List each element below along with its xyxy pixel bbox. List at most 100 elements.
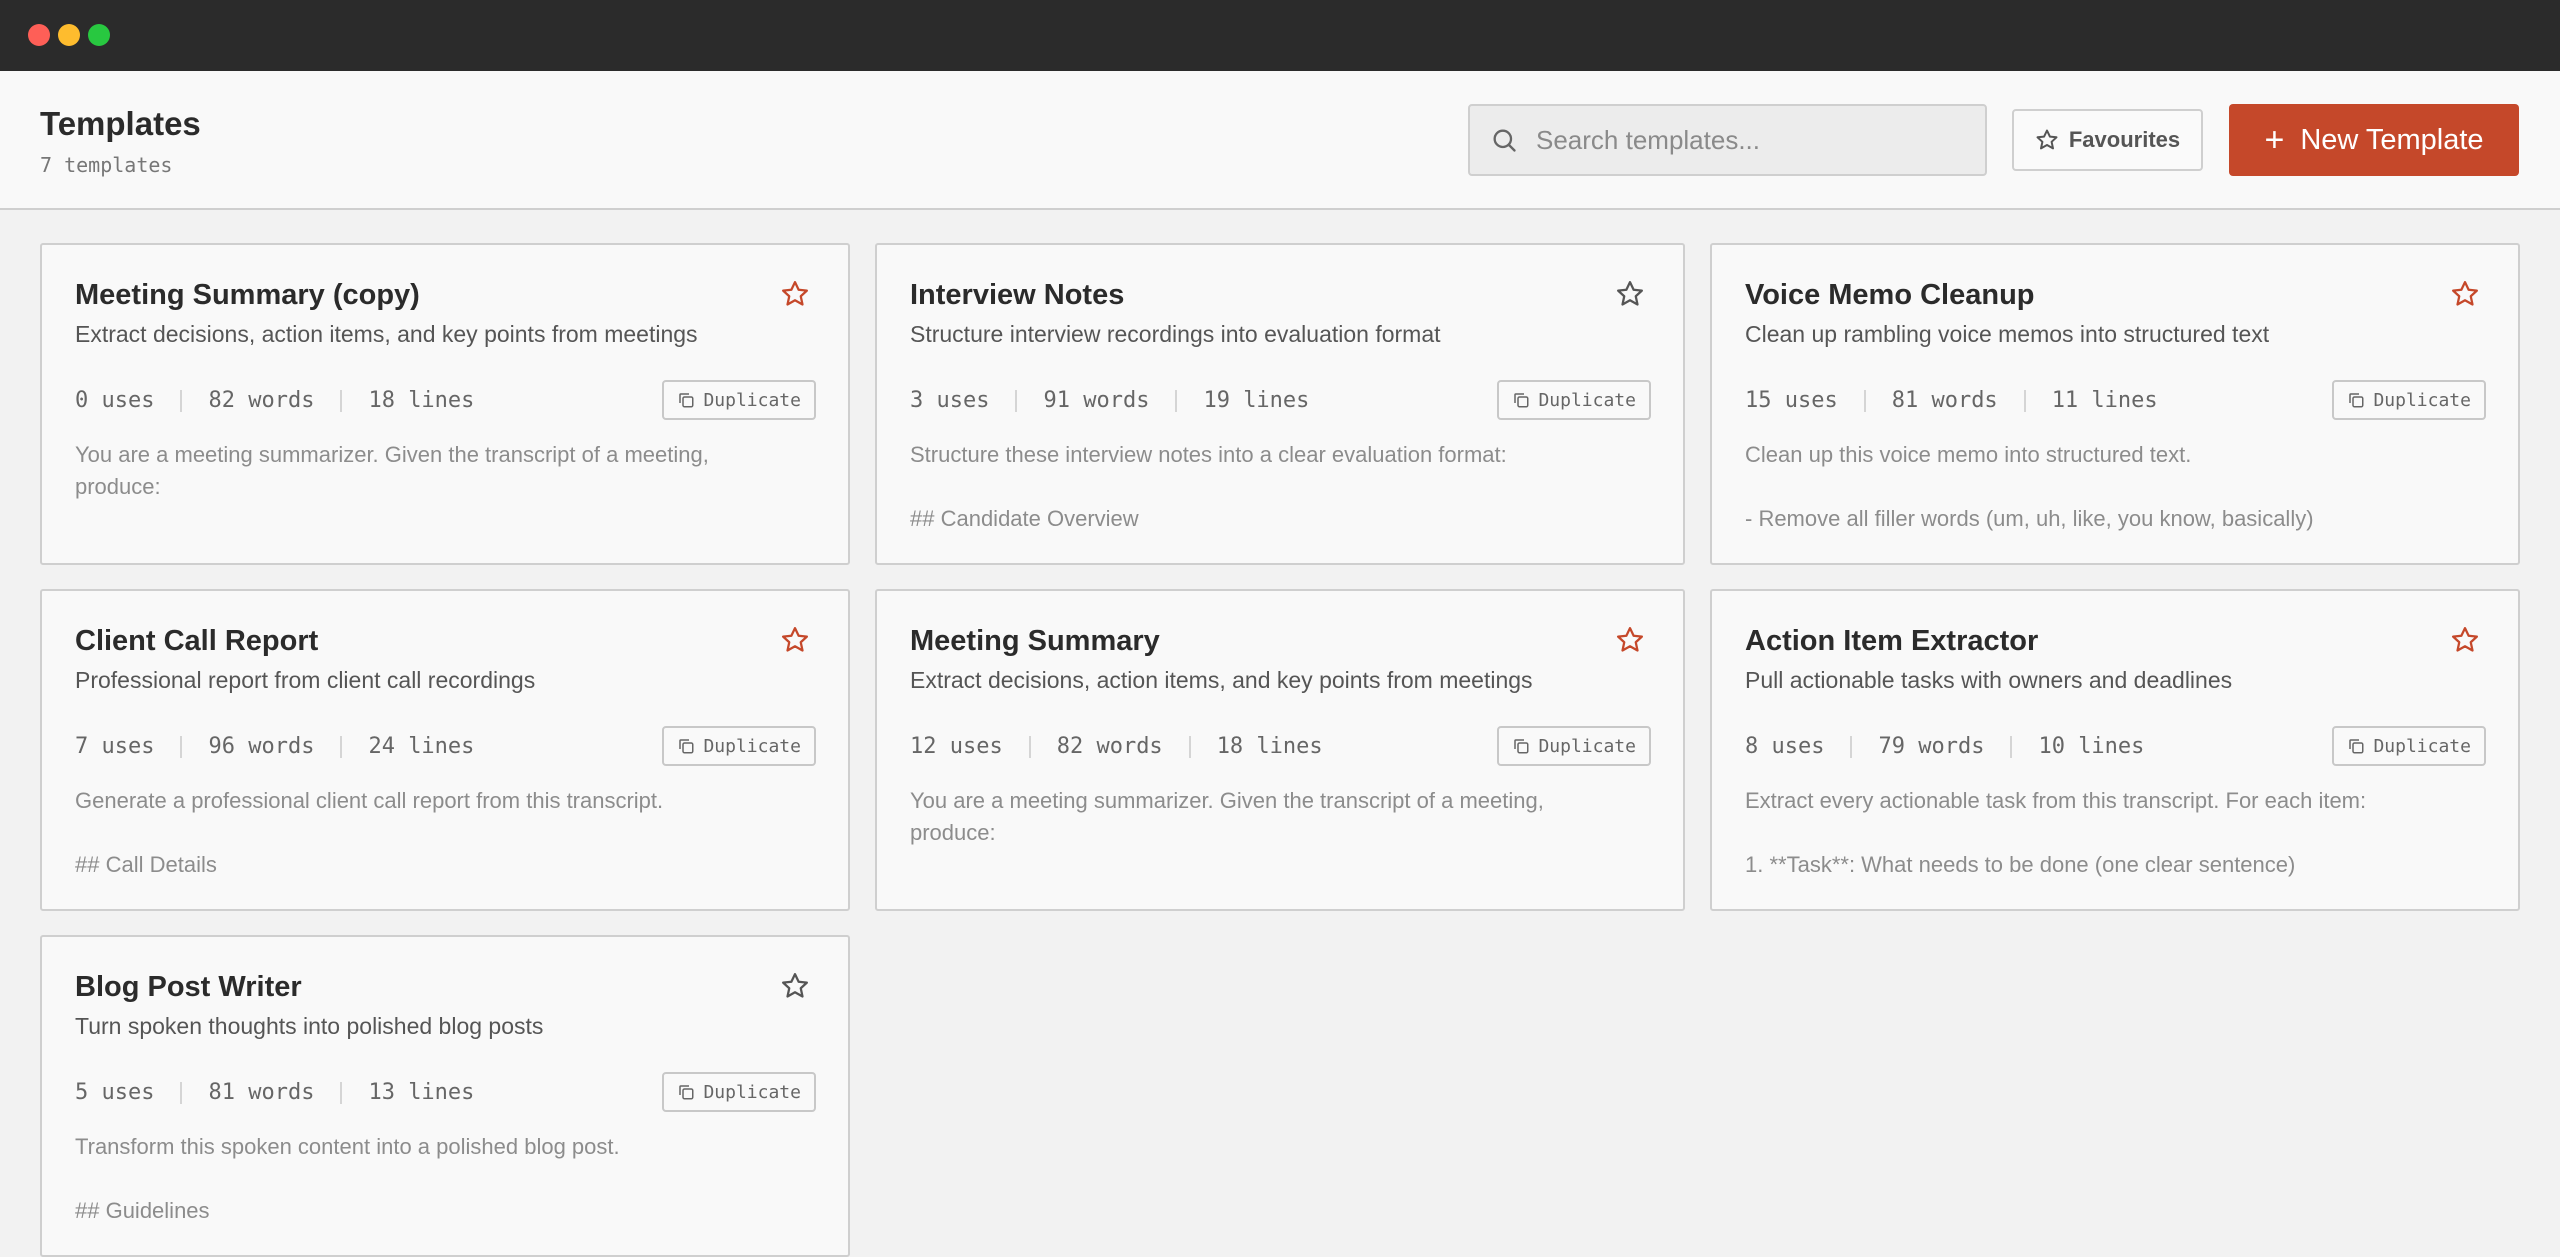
template-card[interactable]: Blog Post Writer Turn spoken thoughts in… xyxy=(40,935,850,1257)
stats-divider xyxy=(2023,389,2026,412)
line-count: 13 lines xyxy=(368,1080,475,1105)
template-title: Action Item Extractor xyxy=(1745,625,2039,657)
copy-icon xyxy=(2349,739,2364,754)
line-count: 19 lines xyxy=(1203,388,1310,413)
uses-count: 7 uses xyxy=(75,734,155,759)
minimize-window-button[interactable] xyxy=(58,24,80,46)
template-stats: 3 uses 91 words 19 lines xyxy=(910,388,1309,413)
search-input[interactable] xyxy=(1536,124,1956,156)
search-box[interactable] xyxy=(1468,104,1987,176)
word-count: 81 words xyxy=(208,1080,315,1105)
template-title: Interview Notes xyxy=(910,279,1125,311)
line-count: 10 lines xyxy=(2038,734,2145,759)
template-card[interactable]: Client Call Report Professional report f… xyxy=(40,589,850,911)
template-title: Meeting Summary (copy) xyxy=(75,279,420,311)
duplicate-button[interactable]: Duplicate xyxy=(662,726,816,766)
duplicate-button[interactable]: Duplicate xyxy=(1497,726,1651,766)
template-description: Extract decisions, action items, and key… xyxy=(75,321,698,347)
favourites-label: Favourites xyxy=(2068,127,2181,152)
duplicate-button[interactable]: Duplicate xyxy=(2332,380,2486,420)
copy-icon xyxy=(679,393,694,408)
search-icon xyxy=(1493,129,1516,152)
template-description: Professional report from client call rec… xyxy=(75,667,536,693)
favourite-star-icon[interactable] xyxy=(2450,279,2480,309)
stats-divider xyxy=(340,389,343,412)
favourite-star-icon[interactable] xyxy=(1615,279,1645,309)
line-count: 18 lines xyxy=(368,388,475,413)
stats-divider xyxy=(1188,735,1191,758)
stats-divider xyxy=(2010,735,2013,758)
plus-icon: + xyxy=(2264,121,2285,159)
stats-divider xyxy=(180,389,183,412)
favourites-button[interactable]: Favourites xyxy=(2012,109,2203,171)
uses-count: 5 uses xyxy=(75,1080,155,1105)
template-preview: Extract every actionable task from this … xyxy=(1745,788,2367,877)
new-template-button[interactable]: + New Template xyxy=(2229,104,2519,176)
new-template-label: New Template xyxy=(2300,123,2484,156)
template-description: Extract decisions, action items, and key… xyxy=(910,667,1533,693)
template-stats: 15 uses 81 words 11 lines xyxy=(1745,388,2158,413)
word-count: 79 words xyxy=(1878,734,1985,759)
page-title: Templates xyxy=(40,105,201,142)
duplicate-button[interactable]: Duplicate xyxy=(1497,380,1651,420)
template-card[interactable]: Meeting Summary Extract decisions, actio… xyxy=(875,589,1685,911)
line-count: 18 lines xyxy=(1216,734,1323,759)
template-preview: Structure these interview notes into a c… xyxy=(910,442,1507,531)
stats-divider xyxy=(1863,389,1866,412)
favourite-star-icon[interactable] xyxy=(780,625,810,655)
word-count: 82 words xyxy=(208,388,315,413)
template-title: Client Call Report xyxy=(75,625,319,657)
template-preview: Generate a professional client call repo… xyxy=(75,788,664,877)
stats-divider xyxy=(1028,735,1031,758)
stats-divider xyxy=(180,1081,183,1104)
line-count: 11 lines xyxy=(2051,388,2158,413)
maximize-window-button[interactable] xyxy=(88,24,110,46)
window-titlebar xyxy=(0,0,2560,71)
template-title: Meeting Summary xyxy=(910,625,1160,657)
favourite-star-icon[interactable] xyxy=(1615,625,1645,655)
uses-count: 8 uses xyxy=(1745,734,1825,759)
uses-count: 0 uses xyxy=(75,388,155,413)
copy-icon xyxy=(1514,739,1529,754)
word-count: 81 words xyxy=(1891,388,1998,413)
template-description: Clean up rambling voice memos into struc… xyxy=(1745,321,2270,347)
template-card[interactable]: Meeting Summary (copy) Extract decisions… xyxy=(40,243,850,565)
template-preview: You are a meeting summarizer. Given the … xyxy=(910,788,1544,845)
stats-divider xyxy=(180,735,183,758)
page-header: Templates 7 templates Favourites + New T… xyxy=(0,71,2560,210)
template-stats: 12 uses 82 words 18 lines xyxy=(910,734,1323,759)
stats-divider xyxy=(340,735,343,758)
template-card[interactable]: Action Item Extractor Pull actionable ta… xyxy=(1710,589,2520,911)
template-stats: 8 uses 79 words 10 lines xyxy=(1745,734,2144,759)
template-title: Voice Memo Cleanup xyxy=(1745,279,2035,311)
template-card[interactable]: Voice Memo Cleanup Clean up rambling voi… xyxy=(1710,243,2520,565)
favourite-star-icon[interactable] xyxy=(780,971,810,1001)
template-description: Turn spoken thoughts into polished blog … xyxy=(75,1013,544,1039)
stats-divider xyxy=(340,1081,343,1104)
duplicate-label: Duplicate xyxy=(703,735,801,757)
favourite-star-icon[interactable] xyxy=(780,279,810,309)
duplicate-button[interactable]: Duplicate xyxy=(2332,726,2486,766)
stats-divider xyxy=(1015,389,1018,412)
template-preview: Clean up this voice memo into structured… xyxy=(1745,442,2314,531)
uses-count: 15 uses xyxy=(1745,388,1838,413)
duplicate-button[interactable]: Duplicate xyxy=(662,380,816,420)
line-count: 24 lines xyxy=(368,734,475,759)
duplicate-label: Duplicate xyxy=(703,1081,801,1103)
template-title: Blog Post Writer xyxy=(75,971,302,1003)
stats-divider xyxy=(1175,389,1178,412)
close-window-button[interactable] xyxy=(28,24,50,46)
template-description: Pull actionable tasks with owners and de… xyxy=(1745,667,2233,693)
favourite-star-icon[interactable] xyxy=(2450,625,2480,655)
duplicate-label: Duplicate xyxy=(1538,735,1636,757)
stats-divider xyxy=(1850,735,1853,758)
template-stats: 0 uses 82 words 18 lines xyxy=(75,388,474,413)
template-preview: You are a meeting summarizer. Given the … xyxy=(75,442,709,499)
copy-icon xyxy=(1514,393,1529,408)
duplicate-label: Duplicate xyxy=(703,389,801,411)
duplicate-button[interactable]: Duplicate xyxy=(662,1072,816,1112)
template-stats: 7 uses 96 words 24 lines xyxy=(75,734,474,759)
template-card[interactable]: Interview Notes Structure interview reco… xyxy=(875,243,1685,565)
word-count: 82 words xyxy=(1056,734,1163,759)
duplicate-label: Duplicate xyxy=(2373,389,2471,411)
